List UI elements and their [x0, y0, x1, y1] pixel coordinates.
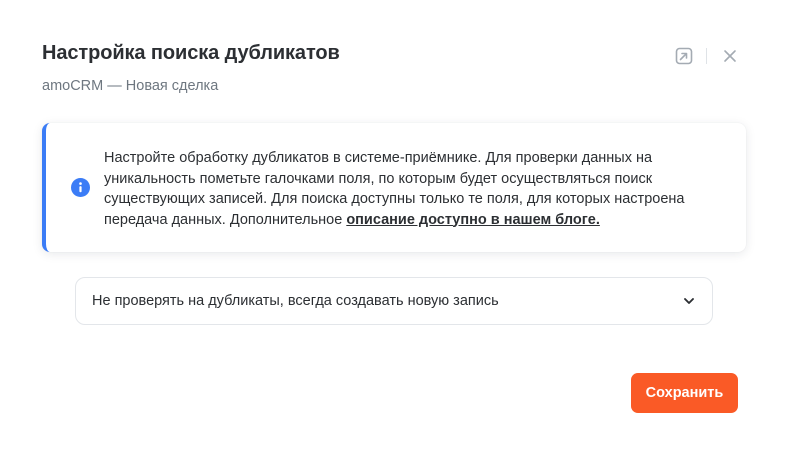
header-actions: [672, 44, 742, 68]
save-button[interactable]: Сохранить: [631, 373, 738, 413]
info-text: Настройте обработку дубликатов в системе…: [104, 148, 734, 230]
open-external-button[interactable]: [672, 44, 696, 68]
info-icon: [71, 178, 90, 197]
header-divider: [706, 48, 707, 64]
duplicate-search-settings-modal: Настройка поиска дубликатов amoCRM — Нов…: [0, 0, 789, 456]
duplicate-mode-value: Не проверять на дубликаты, всегда создав…: [92, 293, 499, 309]
close-icon: [724, 50, 736, 62]
blog-description-link[interactable]: описание доступно в нашем блоге.: [346, 212, 600, 228]
chevron-down-icon: [682, 294, 696, 308]
modal-title: Настройка поиска дубликатов: [42, 42, 340, 64]
info-notice: Настройте обработку дубликатов в системе…: [42, 123, 746, 252]
open-external-icon: [675, 47, 693, 65]
close-button[interactable]: [718, 44, 742, 68]
modal-subtitle: amoCRM — Новая сделка: [42, 78, 219, 94]
duplicate-mode-select[interactable]: Не проверять на дубликаты, всегда создав…: [75, 277, 713, 325]
